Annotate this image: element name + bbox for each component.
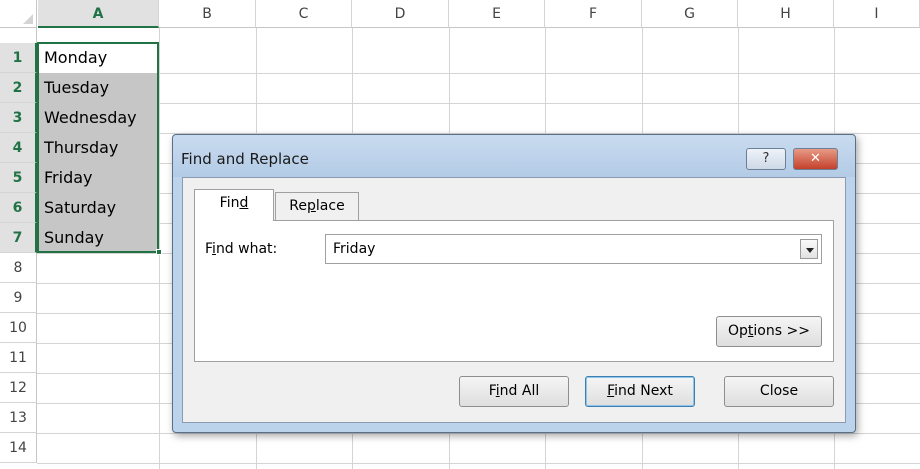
options-label-pre: Op <box>728 323 748 339</box>
grid-line <box>37 433 920 434</box>
row-header[interactable]: 6 <box>0 193 37 223</box>
column-header-h[interactable]: H <box>738 0 834 28</box>
row-header[interactable]: 5 <box>0 163 37 193</box>
find-all-button[interactable]: Find All <box>459 376 569 407</box>
find-next-label-rest: ind Next <box>614 383 673 399</box>
column-header-b[interactable]: B <box>159 0 256 28</box>
column-header-f[interactable]: F <box>545 0 642 28</box>
find-what-input[interactable] <box>326 235 796 263</box>
row-header[interactable]: 9 <box>0 283 37 313</box>
tab-find[interactable]: Find <box>194 189 274 221</box>
grid-line <box>37 463 920 464</box>
dialog-titlebar[interactable]: Find and Replace ? ✕ <box>173 135 855 177</box>
dialog-title: Find and Replace <box>181 150 309 168</box>
column-header-c[interactable]: C <box>256 0 352 28</box>
options-label-rest: ions >> <box>753 323 810 339</box>
find-next-button[interactable]: Find Next <box>585 376 695 407</box>
grid-line <box>37 103 920 104</box>
column-header-a[interactable]: A <box>38 0 159 28</box>
cell-a6[interactable]: Saturday <box>38 193 158 223</box>
chevron-down-icon[interactable] <box>800 239 818 259</box>
tab-replace-accesskey: p <box>307 198 316 214</box>
find-tab-panel: Find what: Options >> <box>194 220 834 362</box>
cell-a7[interactable]: Sunday <box>38 223 158 253</box>
tab-replace-label: Re <box>289 198 308 214</box>
grid-line <box>37 73 920 74</box>
tab-find-accesskey: d <box>239 195 249 211</box>
find-all-label-pre: F <box>488 383 496 399</box>
row-header-gap <box>0 28 37 43</box>
dialog-close-button[interactable]: ✕ <box>793 148 838 170</box>
row-header[interactable]: 12 <box>0 373 37 403</box>
help-icon: ? <box>762 151 770 166</box>
row-header[interactable]: 3 <box>0 103 37 133</box>
column-header-d[interactable]: D <box>352 0 449 28</box>
fill-handle[interactable] <box>156 249 162 255</box>
column-header-g[interactable]: G <box>642 0 738 28</box>
tab-replace[interactable]: Replace <box>275 192 359 220</box>
find-what-label: Find what: <box>205 241 277 257</box>
tab-replace-label-rest: lace <box>315 198 345 214</box>
row-header[interactable]: 1 <box>0 43 37 73</box>
cell-a4[interactable]: Thursday <box>38 133 158 163</box>
help-button[interactable]: ? <box>746 148 786 170</box>
row-header[interactable]: 11 <box>0 343 37 373</box>
tab-find-label: Fin <box>219 195 240 211</box>
find-what-combobox[interactable] <box>325 234 822 264</box>
close-button[interactable]: Close <box>724 376 834 407</box>
cell-a2[interactable]: Tuesday <box>38 73 158 103</box>
find-what-label-rest: nd what: <box>215 241 278 257</box>
select-all-corner[interactable] <box>0 0 37 28</box>
cell-a3[interactable]: Wednesday <box>38 103 158 133</box>
row-header[interactable]: 13 <box>0 403 37 433</box>
row-header[interactable]: 4 <box>0 133 37 163</box>
row-header[interactable]: 7 <box>0 223 37 253</box>
close-icon: ✕ <box>810 151 821 166</box>
column-header-e[interactable]: E <box>449 0 545 28</box>
find-what-label-pre: F <box>205 241 213 257</box>
column-header-i[interactable]: I <box>834 0 920 28</box>
row-header[interactable]: 14 <box>0 433 37 463</box>
cell-a5[interactable]: Friday <box>38 163 158 193</box>
row-header[interactable]: 2 <box>0 73 37 103</box>
find-replace-dialog: Find and Replace ? ✕ Find Replace Find w… <box>172 134 856 433</box>
dialog-body: Find Replace Find what: Options >> Find … <box>182 177 846 423</box>
find-all-label-rest: nd All <box>499 383 540 399</box>
row-header[interactable]: 10 <box>0 313 37 343</box>
options-button[interactable]: Options >> <box>716 316 822 347</box>
row-header[interactable]: 8 <box>0 253 37 283</box>
cell-a1[interactable]: Monday <box>38 43 158 73</box>
